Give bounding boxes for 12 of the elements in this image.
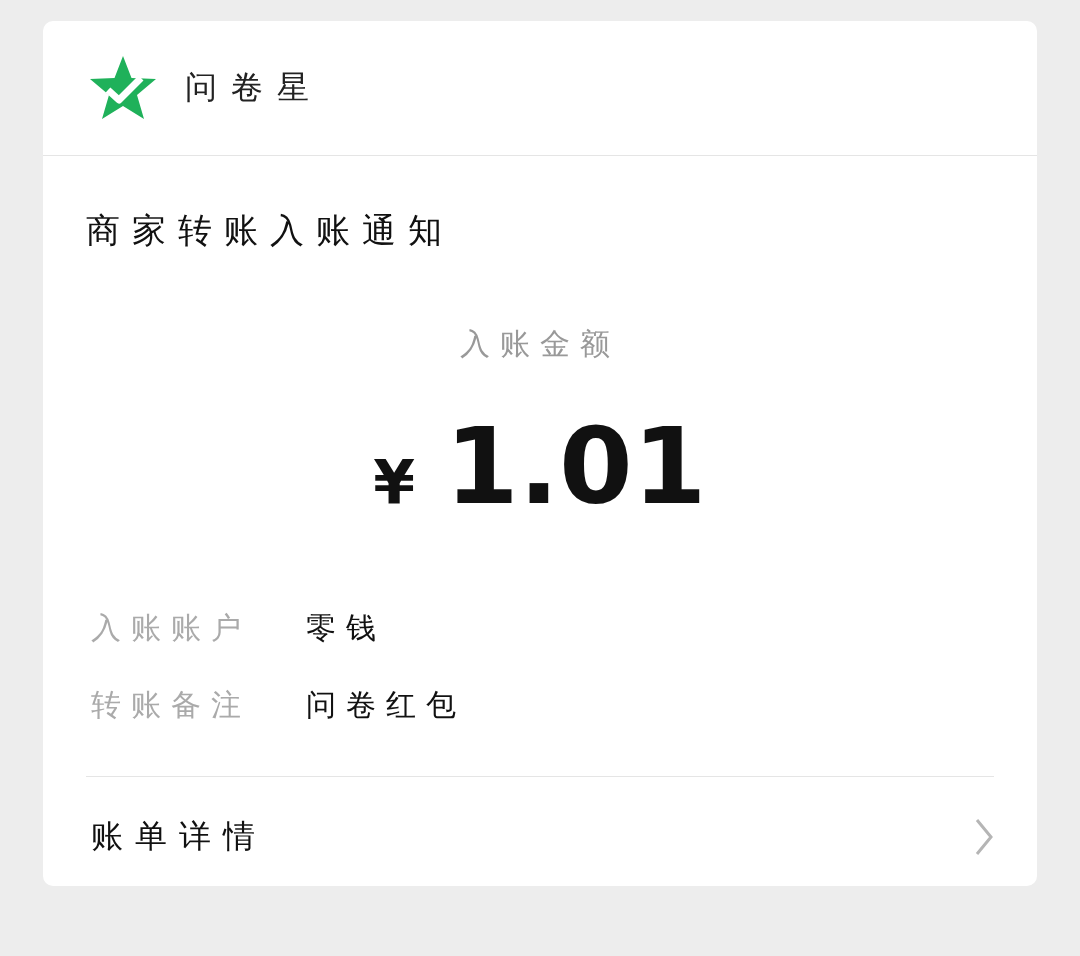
amount-label: 入账金额 <box>460 325 620 363</box>
star-check-logo-icon <box>89 56 157 120</box>
brand-name: 问卷星 <box>185 67 323 108</box>
detail-value: 问卷红包 <box>306 686 466 724</box>
chevron-right-icon[interactable] <box>974 818 994 856</box>
currency-symbol: ¥ <box>373 447 416 517</box>
notice-title: 商家转账入账通知 <box>86 209 454 252</box>
detail-label: 入账账户 <box>91 609 252 647</box>
amount-value: 1.01 <box>445 405 707 528</box>
detail-value: 零钱 <box>306 609 386 647</box>
detail-label: 转账备注 <box>91 686 252 724</box>
bill-details-link[interactable]: 账单详情 <box>91 815 267 859</box>
